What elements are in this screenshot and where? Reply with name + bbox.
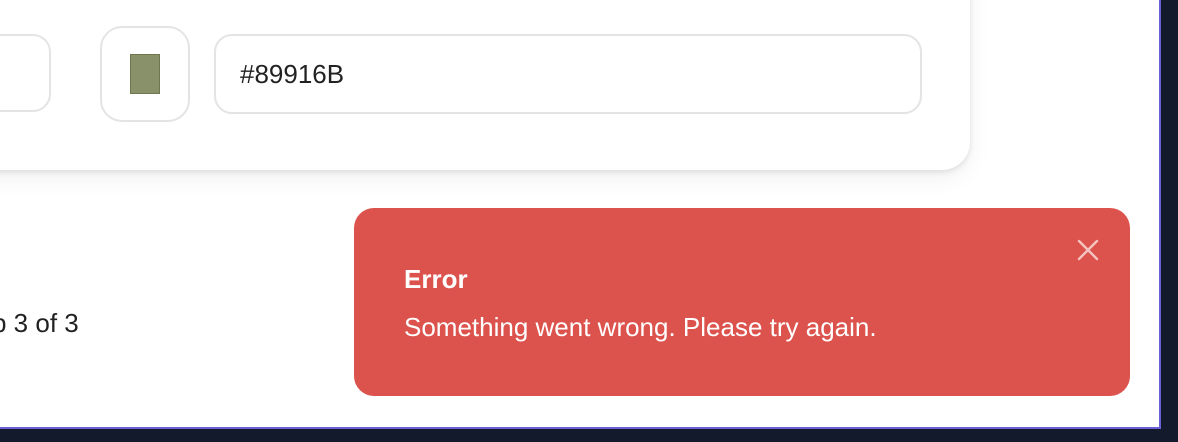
error-toast: Error Something went wrong. Please try a… (354, 208, 1130, 396)
step-indicator: p 3 of 3 (0, 308, 79, 338)
page-viewport: #89916B p 3 of 3 Error Something went wr… (0, 0, 1161, 429)
close-icon-glyph (1077, 239, 1099, 261)
text-input[interactable] (0, 34, 51, 112)
close-icon[interactable] (1074, 236, 1102, 264)
color-swatch (130, 54, 160, 94)
hex-color-input[interactable]: #89916B (214, 34, 922, 114)
toast-title: Error (404, 264, 468, 294)
toast-message: Something went wrong. Please try again. (404, 312, 877, 342)
color-swatch-button[interactable] (100, 26, 190, 122)
